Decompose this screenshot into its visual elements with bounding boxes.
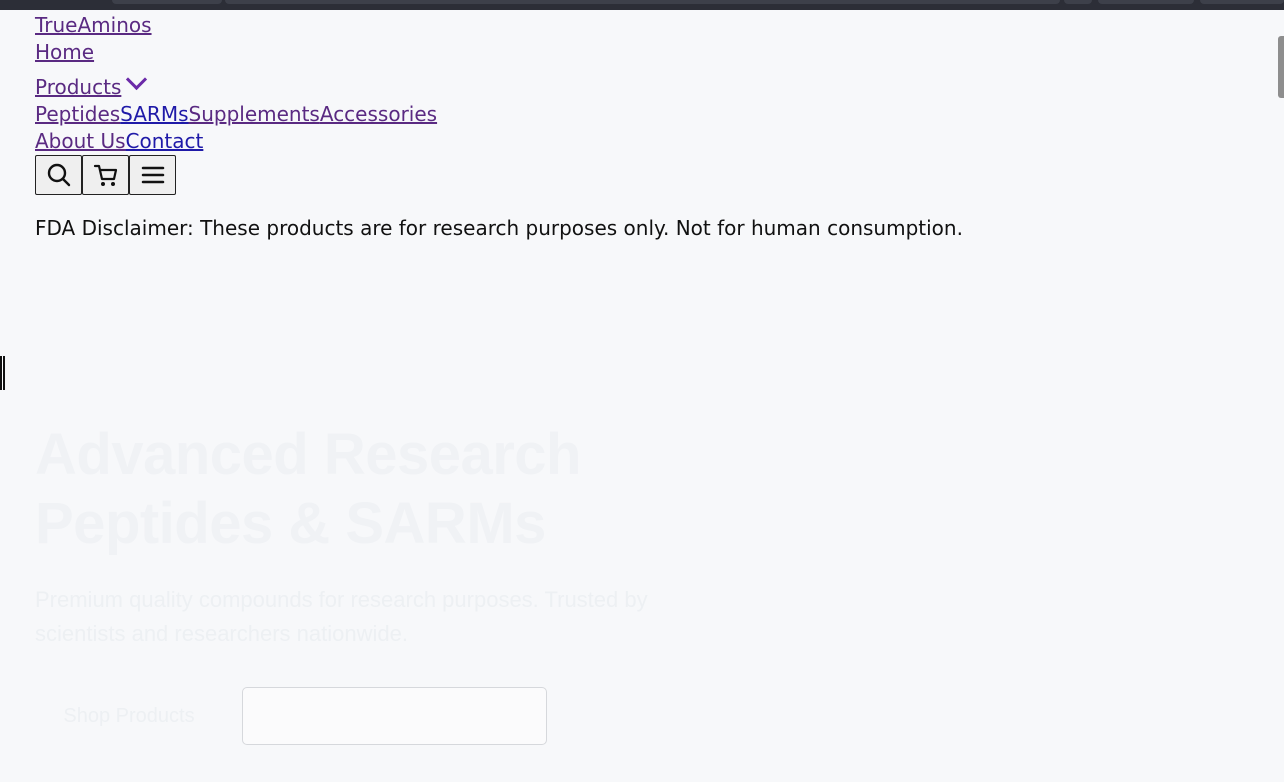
browser-tab-strip-segment: [1064, 0, 1092, 4]
nav-contact-link[interactable]: Contact: [126, 128, 204, 155]
cart-button[interactable]: [82, 155, 129, 195]
submenu-accessories-link[interactable]: Accessories: [320, 101, 437, 128]
search-button[interactable]: [35, 155, 82, 195]
cart-icon: [92, 161, 120, 189]
submenu-sarms-link[interactable]: SARMs: [120, 101, 188, 128]
hero-input-box[interactable]: [242, 687, 547, 745]
nav-products-link[interactable]: Products: [35, 74, 121, 101]
hero-title: Advanced Research Peptides & SARMs: [35, 420, 735, 558]
submenu-supplements-link[interactable]: Supplements: [189, 101, 320, 128]
products-submenu: PeptidesSARMsSupplementsAccessories: [35, 101, 1255, 128]
header-icon-buttons: [35, 155, 1255, 195]
hero-subtitle: Premium quality compounds for research p…: [35, 583, 715, 651]
search-icon: [46, 162, 72, 188]
hero-title-line-1: Advanced Research: [35, 422, 581, 487]
fda-disclaimer: FDA Disclaimer: These products are for r…: [35, 216, 963, 240]
menu-icon: [140, 164, 166, 186]
browser-tab-strip-segment: [1098, 0, 1194, 4]
secondary-nav: About UsContact: [35, 128, 1255, 155]
nav-home-link[interactable]: Home: [35, 39, 94, 66]
browser-tab-strip-segment: [1200, 0, 1284, 4]
hero-title-line-2: Peptides & SARMs: [35, 491, 546, 556]
hero-subtitle-line-2: scientists and researchers nationwide.: [35, 621, 408, 646]
shop-products-button[interactable]: Shop Products: [35, 688, 223, 744]
page-header: TrueAminos Home Products PeptidesSARMsSu…: [35, 12, 1255, 240]
nav-about-link[interactable]: About Us: [35, 128, 126, 155]
hero-subtitle-line-1: Premium quality compounds for research p…: [35, 587, 648, 612]
vertical-scrollbar[interactable]: [1278, 36, 1284, 98]
brand-link[interactable]: TrueAminos: [35, 12, 152, 39]
browser-top-strip: [0, 0, 1284, 10]
products-nav-row: Products: [35, 66, 1255, 101]
browser-tab-strip-segment: [112, 0, 222, 4]
submenu-peptides-link[interactable]: Peptides: [35, 101, 120, 128]
left-scroll-indicator[interactable]: [0, 356, 5, 390]
browser-tab-strip-segment: [225, 0, 1060, 4]
chevron-down-icon[interactable]: [126, 68, 148, 91]
menu-button[interactable]: [129, 155, 176, 195]
